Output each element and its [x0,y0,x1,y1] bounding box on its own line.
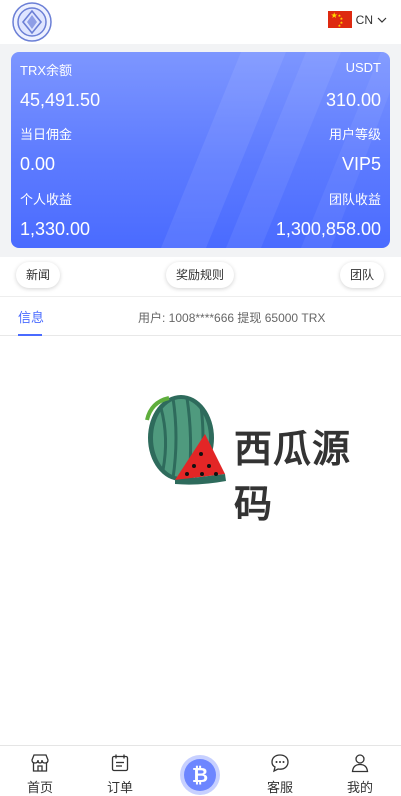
chevron-down-icon [377,17,387,23]
watermelon-icon [145,395,226,485]
nav-home[interactable]: 首页 [10,746,70,796]
trx-balance-label: TRX余额 [20,63,73,78]
user-level-label: 用户等级 [328,127,381,142]
daily-commission-value: 0.00 [20,154,56,174]
language-selector[interactable]: ★ ★ ★ ★ ★ CN [327,11,387,28]
nav-orders[interactable]: 订单 [90,746,150,796]
user-icon [351,754,369,773]
watermark-logo: 西瓜源码 [139,388,379,526]
nav-orders-label: 订单 [106,780,133,795]
bitcoin-icon[interactable]: ₿ [179,754,221,796]
tab-info[interactable]: 信息 [18,307,44,326]
info-tab-bar: 信息 用户: 1008****666 提现 65000 TRX [0,296,401,336]
nav-service-label: 客服 [266,780,293,795]
withdraw-notice-marquee: 用户: 1008****666 提现 65000 TRX [138,311,326,325]
nav-mine-label: 我的 [346,780,373,795]
user-level-value: VIP5 [341,154,381,174]
bottom-nav: 首页 订单 ₿ 客服 我的 [0,745,401,796]
svg-text:₿: ₿ [192,763,208,787]
reward-rules-button[interactable]: 奖励规则 [166,262,235,288]
nav-home-label: 首页 [26,780,53,795]
watermark-text: 西瓜源码 [234,427,352,526]
balance-card: TRX余额 USDT 45,491.50 310.00 当日佣金 用户等级 0.… [11,52,390,248]
team-button[interactable]: 团队 [340,262,385,288]
language-label: CN [355,12,373,27]
quick-links: 新闻 奖励规则 团队 [0,257,401,295]
nav-mine[interactable]: 我的 [330,746,390,796]
team-income-value: 1,300,858.00 [275,219,381,239]
news-button[interactable]: 新闻 [16,262,61,288]
coin-logo-icon[interactable] [12,2,52,42]
china-flag-icon: ★ ★ ★ ★ ★ [327,11,352,28]
nav-service[interactable]: 客服 [250,746,310,796]
personal-income-label: 个人收益 [20,192,73,207]
trx-balance-value: 45,491.50 [20,90,101,110]
chat-bubble-icon [271,754,289,773]
top-header: ★ ★ ★ ★ ★ CN [0,0,401,44]
daily-commission-label: 当日佣金 [20,127,73,142]
usdt-value: 310.00 [325,90,381,110]
store-icon [31,754,49,772]
calendar-icon [111,754,129,772]
tab-active-indicator [18,334,42,336]
team-income-label: 团队收益 [328,192,381,207]
personal-income-value: 1,330.00 [20,219,91,239]
usdt-label: USDT [345,60,381,75]
